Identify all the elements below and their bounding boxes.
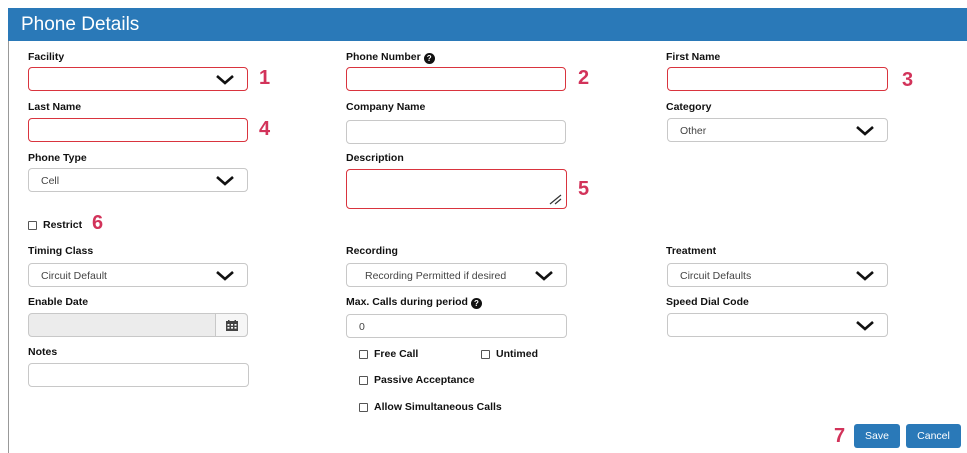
speed-dial-select[interactable] [667,313,888,337]
max-calls-value: 0 [359,321,365,333]
timing-class-value: Circuit Default [41,270,107,282]
enable-date-input [28,313,248,337]
company-name-input[interactable] [346,120,566,144]
treatment-value: Circuit Defaults [680,270,752,282]
category-value: Other [680,125,707,137]
phone-number-input[interactable] [346,67,566,91]
treatment-select[interactable]: Circuit Defaults [667,263,888,287]
category-select[interactable]: Other [667,118,888,142]
dialog-header: Phone Details [8,8,967,41]
chevron-down-icon [216,271,234,281]
description-label: Description [346,152,404,164]
question-circle-icon[interactable]: ? [470,298,482,309]
free-call-checkbox[interactable]: Free Call [359,348,418,360]
callout-1: 1 [259,67,271,89]
timing-class-label: Timing Class [28,245,94,257]
first-name-input[interactable] [667,67,888,91]
max-calls-label: Max. Calls during period? [346,296,482,309]
calendar-icon [226,320,238,331]
cancel-button[interactable]: Cancel [906,424,961,448]
category-label: Category [666,101,712,113]
callout-4: 4 [259,118,271,140]
recording-select[interactable]: Recording Permitted if desired [346,263,567,287]
last-name-input[interactable] [28,118,248,142]
notes-input[interactable] [28,363,249,387]
last-name-label: Last Name [28,101,82,113]
callout-6: 6 [92,212,104,234]
allow-simultaneous-checkbox-box[interactable] [359,402,368,412]
passive-acceptance-checkbox-box[interactable] [359,375,368,385]
chevron-down-icon [856,126,874,136]
first-name-label: First Name [666,51,721,63]
dialog-title: Phone Details [21,14,140,35]
timing-class-select[interactable]: Circuit Default [28,263,248,287]
company-name-label: Company Name [346,101,426,113]
chevron-down-icon [856,321,874,331]
restrict-checkbox[interactable]: Restrict [28,219,82,231]
passive-acceptance-checkbox[interactable]: Passive Acceptance [359,374,475,386]
treatment-label: Treatment [666,245,717,257]
facility-select[interactable] [28,67,248,91]
recording-label: Recording [346,245,398,257]
free-call-checkbox-box[interactable] [359,349,368,359]
facility-label: Facility [28,51,65,63]
speed-dial-label: Speed Dial Code [666,296,749,308]
callout-3: 3 [902,69,914,91]
chevron-down-icon [856,271,874,281]
callout-5: 5 [578,178,590,200]
chevron-down-icon [535,271,553,281]
untimed-checkbox-box[interactable] [481,349,490,359]
enable-date-label: Enable Date [28,296,89,308]
phone-type-select[interactable]: Cell [28,168,248,192]
callout-7: 7 [834,425,846,447]
question-circle-icon[interactable]: ? [423,53,435,64]
resize-handle-icon[interactable] [548,193,562,205]
save-button[interactable]: Save [854,424,900,448]
chevron-down-icon [216,75,234,85]
callout-2: 2 [578,67,590,89]
allow-simultaneous-checkbox[interactable]: Allow Simultaneous Calls [359,401,502,413]
phone-type-value: Cell [41,175,60,187]
chevron-down-icon [216,176,234,186]
recording-value: Recording Permitted if desired [365,270,507,282]
untimed-checkbox[interactable]: Untimed [481,348,538,360]
phone-type-label: Phone Type [28,152,87,164]
restrict-checkbox-box[interactable] [28,220,37,230]
notes-label: Notes [28,346,58,358]
calendar-button[interactable] [215,314,247,336]
form-panel [8,41,967,453]
max-calls-input[interactable]: 0 [346,314,567,338]
phone-number-label: Phone Number? [346,51,435,64]
description-textarea[interactable] [346,169,567,209]
